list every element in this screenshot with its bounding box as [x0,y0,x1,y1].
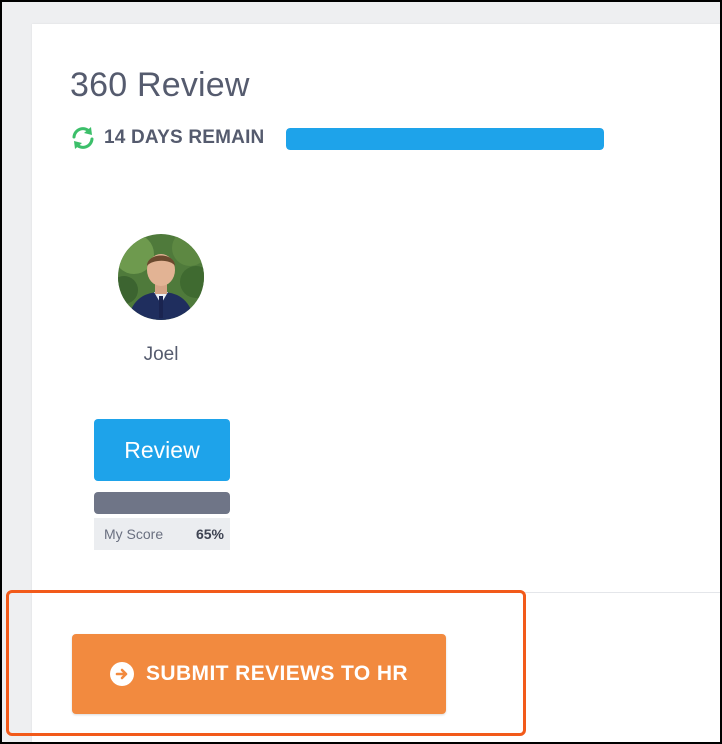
my-score-label: My Score [104,526,164,542]
app-frame: 360 Review 14 DAYS REMAIN Joel Review My… [0,0,722,744]
score-bar [94,492,230,514]
avatar [118,234,204,320]
days-remaining-status: 14 DAYS REMAIN [70,124,264,152]
time-progress-fill [286,128,604,150]
arrow-circle-right-icon [110,662,135,686]
refresh-icon [72,127,94,149]
submit-reviews-button[interactable]: SUBMIT REVIEWS TO HR [72,634,446,714]
submit-reviews-label: SUBMIT REVIEWS TO HR [146,662,408,685]
time-progress-bar [286,128,604,150]
avatar-photo [118,234,204,320]
reviewee-name: Joel [143,344,179,365]
review-button[interactable]: Review [94,419,230,481]
my-score-row: My Score 65% [94,518,230,550]
my-score-value: 65% [195,526,224,542]
days-remaining-label: 14 DAYS REMAIN [104,127,265,148]
page-title: 360 Review [70,66,250,104]
